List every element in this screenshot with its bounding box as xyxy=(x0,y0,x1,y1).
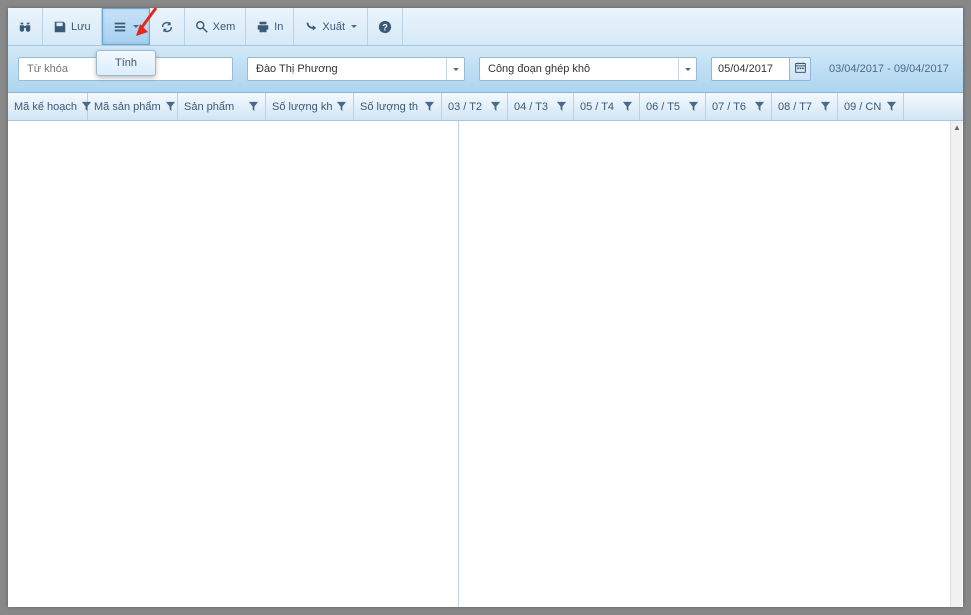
date-picker xyxy=(711,57,811,81)
print-label: In xyxy=(274,21,283,33)
data-grid: Mã kế hoạch Mã sản phẩm Sản phẩm Số lượng k… xyxy=(8,93,963,607)
column-label: 08 / T7 xyxy=(778,101,816,113)
export-icon xyxy=(304,20,318,34)
date-range-label: 03/04/2017 - 09/04/2017 xyxy=(825,63,953,75)
column-label: 03 / T2 xyxy=(448,101,486,113)
column-label: 09 / CN xyxy=(844,101,882,113)
binoculars-icon xyxy=(18,20,32,34)
grid-left-pane xyxy=(8,121,459,607)
calendar-icon xyxy=(794,61,807,77)
refresh-button[interactable] xyxy=(150,8,185,45)
column-label: 04 / T3 xyxy=(514,101,552,113)
app-window: Lưu Xem In xyxy=(8,8,963,607)
filter-icon[interactable] xyxy=(424,101,435,112)
person-combo-input[interactable] xyxy=(248,61,446,77)
column-header[interactable]: 09 / CN xyxy=(838,93,904,120)
toolbar: Lưu Xem In xyxy=(8,8,963,46)
column-header[interactable]: 07 / T6 xyxy=(706,93,772,120)
scroll-up-icon[interactable]: ▲ xyxy=(951,121,963,133)
filter-icon[interactable] xyxy=(622,101,633,112)
search-button[interactable] xyxy=(8,8,43,45)
column-label: Sản phẩm xyxy=(184,101,244,113)
column-header[interactable]: Mã sản phẩm xyxy=(88,93,178,120)
filter-icon[interactable] xyxy=(248,101,259,112)
column-label: 05 / T4 xyxy=(580,101,618,113)
print-button[interactable]: In xyxy=(246,8,294,45)
column-label: Số lượng kh xyxy=(272,101,332,113)
view-icon xyxy=(195,20,209,34)
filter-icon[interactable] xyxy=(490,101,501,112)
column-header[interactable]: Mã kế hoạch xyxy=(8,93,88,120)
menu-button[interactable] xyxy=(102,8,150,45)
filter-icon[interactable] xyxy=(556,101,567,112)
filter-icon[interactable] xyxy=(886,101,897,112)
column-header[interactable]: 08 / T7 xyxy=(772,93,838,120)
column-header[interactable]: 04 / T3 xyxy=(508,93,574,120)
column-header[interactable]: Sản phẩm xyxy=(178,93,266,120)
view-label: Xem xyxy=(213,21,236,33)
caret-down-icon xyxy=(351,25,357,28)
filter-icon[interactable] xyxy=(754,101,765,112)
filter-icon[interactable] xyxy=(688,101,699,112)
menu-icon xyxy=(113,20,127,34)
grid-header: Mã kế hoạch Mã sản phẩm Sản phẩm Số lượng k… xyxy=(8,93,963,121)
refresh-icon xyxy=(160,20,174,34)
column-header[interactable]: Số lượng th xyxy=(354,93,442,120)
filter-icon[interactable] xyxy=(820,101,831,112)
caret-down-icon xyxy=(133,25,139,28)
menu-item-tinh[interactable]: Tính xyxy=(115,57,137,69)
grid-body: ▲ xyxy=(8,121,963,607)
stage-combo[interactable] xyxy=(479,57,697,81)
menu-dropdown[interactable]: Tính xyxy=(96,50,156,76)
save-label: Lưu xyxy=(71,21,91,33)
help-icon: ? xyxy=(378,20,392,34)
svg-text:?: ? xyxy=(382,22,387,32)
export-button[interactable]: Xuất xyxy=(294,8,368,45)
vertical-scrollbar[interactable]: ▲ xyxy=(950,121,962,607)
stage-combo-input[interactable] xyxy=(480,61,678,77)
column-label: Mã sản phẩm xyxy=(94,101,161,113)
calendar-button[interactable] xyxy=(789,57,811,81)
export-label: Xuất xyxy=(322,21,345,33)
view-button[interactable]: Xem xyxy=(185,8,247,45)
save-button[interactable]: Lưu xyxy=(43,8,102,45)
column-label: 07 / T6 xyxy=(712,101,750,113)
column-header[interactable]: Số lượng kh xyxy=(266,93,354,120)
column-header[interactable]: 03 / T2 xyxy=(442,93,508,120)
combo-arrow-icon[interactable] xyxy=(446,58,464,80)
grid-right-pane: ▲ xyxy=(459,121,963,607)
help-button[interactable]: ? xyxy=(368,8,403,45)
column-label: Số lượng th xyxy=(360,101,420,113)
filter-icon[interactable] xyxy=(336,101,347,112)
column-label: Mã kế hoạch xyxy=(14,101,77,113)
date-input[interactable] xyxy=(711,57,789,81)
print-icon xyxy=(256,20,270,34)
person-combo[interactable] xyxy=(247,57,465,81)
column-header[interactable]: 05 / T4 xyxy=(574,93,640,120)
filter-icon[interactable] xyxy=(165,101,176,112)
column-label: 06 / T5 xyxy=(646,101,684,113)
combo-arrow-icon[interactable] xyxy=(678,58,696,80)
column-header[interactable]: 06 / T5 xyxy=(640,93,706,120)
save-icon xyxy=(53,20,67,34)
